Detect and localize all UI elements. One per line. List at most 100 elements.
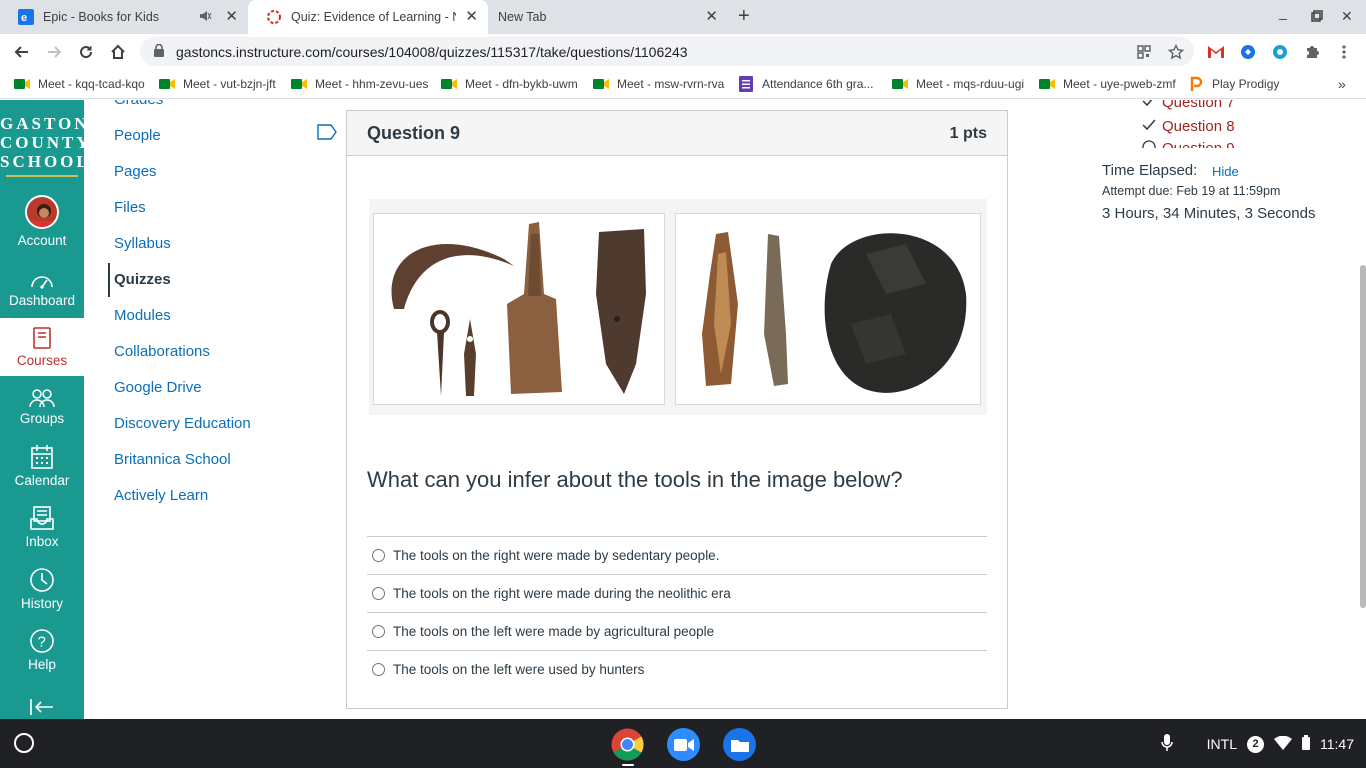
question-link[interactable]: Question 8	[1142, 118, 1235, 135]
school-logo[interactable]: GASTON COUNTY SCHOOLS	[0, 114, 100, 171]
calendar-icon	[0, 444, 84, 470]
bookmark-item[interactable]: Meet - dfn-bykb-uwm	[441, 76, 578, 92]
hide-timer-link[interactable]: Hide	[1212, 164, 1239, 179]
course-nav-pages[interactable]: Pages	[114, 163, 157, 180]
global-nav-calendar[interactable]: Calendar	[0, 444, 84, 488]
bookmark-item[interactable]: Attendance 6th gra...	[738, 76, 873, 92]
course-nav-quizzes[interactable]: Quizzes	[114, 271, 171, 288]
kebab-menu-icon[interactable]	[1335, 43, 1353, 61]
microphone-icon[interactable]	[1160, 733, 1173, 755]
bookmark-item[interactable]: Meet - msw-rvrn-rva	[593, 76, 724, 92]
course-nav-files[interactable]: Files	[114, 199, 146, 216]
attempt-due: Attempt due: Feb 19 at 11:59pm	[1102, 184, 1281, 198]
answer-list: The tools on the right were made by sede…	[367, 536, 987, 688]
back-icon[interactable]	[11, 41, 33, 63]
global-nav-account[interactable]: Account	[0, 195, 84, 248]
collapse-nav-icon[interactable]	[0, 698, 84, 719]
dashboard-icon	[0, 270, 84, 290]
puzzle-extensions-icon[interactable]	[1303, 43, 1321, 61]
notification-badge: 2	[1247, 735, 1264, 753]
close-tab-icon[interactable]: ✕	[705, 9, 718, 25]
course-nav-modules[interactable]: Modules	[114, 307, 171, 324]
forward-icon[interactable]	[43, 41, 65, 63]
address-bar[interactable]: gastoncs.instructure.com/courses/104008/…	[140, 37, 1194, 66]
canvas-page: GASTON COUNTY SCHOOLS Account Dashboard …	[0, 100, 1366, 719]
speaker-mute-icon[interactable]	[198, 9, 212, 26]
extension-blue-icon[interactable]	[1239, 43, 1257, 61]
flag-question-icon[interactable]	[317, 124, 337, 145]
files-app-icon[interactable]	[723, 728, 756, 761]
courses-icon	[0, 326, 84, 350]
course-nav-collaborations[interactable]: Collaborations	[114, 343, 210, 360]
chrome-app-icon[interactable]	[611, 728, 644, 761]
global-nav-dashboard[interactable]: Dashboard	[0, 270, 84, 308]
reload-icon[interactable]	[75, 41, 97, 63]
answer-option[interactable]: The tools on the right were made by sede…	[367, 536, 987, 574]
global-nav-inbox[interactable]: Inbox	[0, 505, 84, 549]
wifi-icon	[1274, 735, 1292, 753]
bookmark-item[interactable]: Meet - uye-pweb-zmf	[1039, 76, 1176, 92]
gmail-icon[interactable]	[1207, 43, 1225, 61]
history-icon	[0, 567, 84, 593]
canvas-icon	[266, 9, 282, 25]
bookmark-star-icon[interactable]	[1167, 43, 1185, 61]
global-navigation: GASTON COUNTY SCHOOLS Account Dashboard …	[0, 100, 100, 719]
current-question-icon	[1142, 140, 1156, 148]
answer-radio[interactable]	[372, 587, 385, 600]
tab-epic[interactable]: e Epic - Books for Kids ✕	[0, 0, 248, 34]
course-nav-google-drive[interactable]: Google Drive	[114, 379, 202, 396]
course-nav-britannica-school[interactable]: Britannica School	[114, 451, 231, 468]
bookmark-item[interactable]: Play Prodigy	[1188, 76, 1279, 92]
course-nav-actively-learn[interactable]: Actively Learn	[114, 487, 208, 504]
answer-radio[interactable]	[372, 663, 385, 676]
battery-icon	[1302, 735, 1310, 753]
answer-radio[interactable]	[372, 625, 385, 638]
tab-title: New Tab	[498, 10, 547, 24]
url-text: gastoncs.instructure.com/courses/104008/…	[176, 43, 688, 60]
question-link[interactable]: Question 7	[1142, 100, 1235, 111]
elapsed-time: 3 Hours, 34 Minutes, 3 Seconds	[1102, 205, 1316, 222]
zoom-app-icon[interactable]	[667, 728, 700, 761]
global-nav-groups[interactable]: Groups	[0, 388, 84, 426]
answer-option[interactable]: The tools on the right were made during …	[367, 574, 987, 612]
bookmark-item[interactable]: Meet - mqs-rduu-ugi	[892, 76, 1024, 92]
system-tray[interactable]: INTL 2 11:47	[1160, 733, 1354, 755]
global-nav-courses[interactable]: Courses	[0, 318, 84, 376]
running-indicator	[622, 764, 634, 766]
tools-left-image	[373, 213, 665, 405]
bookmark-item[interactable]: Meet - vut-bzjn-jft	[159, 76, 276, 92]
close-tab-icon[interactable]: ✕	[465, 9, 478, 25]
answer-option[interactable]: The tools on the left were made by agric…	[367, 612, 987, 650]
tab-new[interactable]: New Tab ✕	[488, 0, 728, 34]
global-nav-help[interactable]: ? Help	[0, 628, 84, 672]
tab-title: Quiz: Evidence of Learning - Neo	[291, 10, 456, 24]
course-nav-grades[interactable]: Grades	[114, 100, 163, 108]
restore-icon[interactable]	[1311, 9, 1323, 25]
answer-option[interactable]: The tools on the left were used by hunte…	[367, 650, 987, 688]
home-icon[interactable]	[107, 41, 129, 63]
close-window-icon[interactable]: ✕	[1341, 8, 1353, 25]
course-nav-people[interactable]: People	[114, 127, 161, 144]
extension-teal-icon[interactable]	[1271, 43, 1289, 61]
more-bookmarks-icon[interactable]: »	[1338, 76, 1346, 92]
groups-icon	[0, 388, 84, 408]
bookmark-item[interactable]: Meet - kqq-tcad-kqo	[14, 76, 145, 92]
svg-text:e: e	[21, 12, 27, 24]
question-link[interactable]: Question 9	[1142, 140, 1235, 148]
qr-code-icon[interactable]	[1135, 43, 1153, 61]
bookmark-item[interactable]: Meet - hhm-zevu-ues	[291, 76, 428, 92]
chromeos-shelf: INTL 2 11:47	[0, 719, 1366, 768]
course-navigation: Grades People Pages Files Syllabus Quizz…	[108, 100, 338, 719]
tab-title: Epic - Books for Kids	[43, 10, 160, 24]
course-nav-discovery-education[interactable]: Discovery Education	[114, 415, 251, 432]
launcher-icon[interactable]	[14, 733, 34, 753]
minimize-icon[interactable]: _	[1279, 4, 1287, 20]
new-tab-icon[interactable]: +	[738, 5, 750, 28]
answer-radio[interactable]	[372, 549, 385, 562]
tab-quiz[interactable]: Quiz: Evidence of Learning - Neo ✕	[248, 0, 488, 34]
page-scrollbar[interactable]	[1360, 265, 1366, 608]
global-nav-history[interactable]: History	[0, 567, 84, 611]
course-nav-syllabus[interactable]: Syllabus	[114, 235, 171, 252]
meet-icon	[892, 76, 908, 92]
close-tab-icon[interactable]: ✕	[225, 9, 238, 25]
